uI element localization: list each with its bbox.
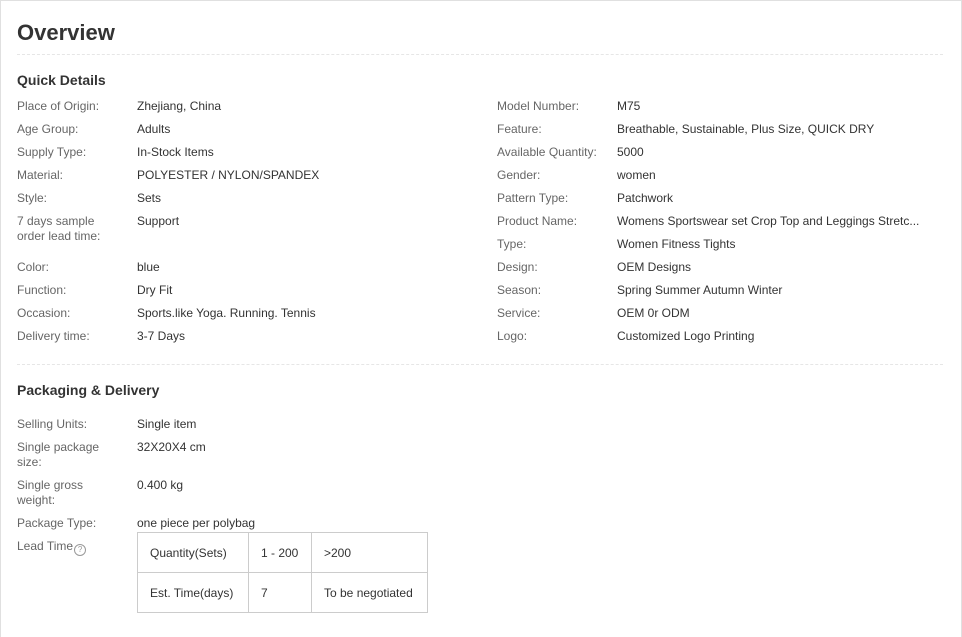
detail-value: 0.400 kg: [137, 478, 184, 492]
packaging-details: Selling Units: Single item Single package…: [17, 417, 617, 613]
detail-value: Breathable, Sustainable, Plus Size, QUIC…: [617, 122, 875, 136]
detail-value: Adults: [137, 122, 171, 136]
lead-time-label-wrap: Lead Time?: [17, 539, 137, 613]
detail-value: OEM Designs: [617, 260, 692, 274]
detail-label: Pattern Type:: [497, 191, 569, 205]
detail-label: Season:: [497, 283, 542, 297]
detail-value: blue: [137, 260, 160, 274]
detail-row: Pattern Type: Patchwork: [497, 191, 943, 214]
detail-row: Design: OEM Designs: [497, 260, 943, 283]
detail-label: Model Number:: [497, 99, 580, 113]
detail-label: Delivery time:: [17, 329, 90, 343]
detail-label: Service:: [497, 306, 541, 320]
detail-row: Delivery time: 3-7 Days: [17, 329, 487, 352]
table-cell: 1 - 200: [248, 532, 312, 573]
table-row: Quantity(Sets) 1 - 200 >200: [137, 532, 428, 573]
detail-value: OEM 0r ODM: [617, 306, 690, 320]
quick-details-title: Quick Details: [17, 72, 106, 88]
detail-value: Dry Fit: [137, 283, 173, 297]
detail-label: Style:: [17, 191, 48, 205]
divider: [17, 364, 943, 365]
detail-label: Single gross weight:: [17, 478, 84, 507]
detail-value: Support: [137, 214, 180, 228]
detail-row: Selling Units: Single item: [17, 417, 617, 440]
detail-row: Occasion: Sports.like Yoga. Running. Tenn…: [17, 306, 487, 329]
detail-row: Type: Women Fitness Tights: [497, 237, 943, 260]
detail-label: Color:: [17, 260, 50, 274]
detail-label: Product Name:: [497, 214, 578, 228]
detail-value: Sets: [137, 191, 162, 205]
detail-row: Gender: women: [497, 168, 943, 191]
table-cell: Quantity(Sets): [137, 532, 249, 573]
detail-row: Season: Spring Summer Autumn Winter: [497, 283, 943, 306]
table-cell: >200: [311, 532, 428, 573]
detail-row: Material: POLYESTER / NYLON/SPANDEX: [17, 168, 487, 191]
detail-row: Available Quantity: 5000: [497, 145, 943, 168]
detail-row: Single package size: 32X20X4 cm: [17, 440, 617, 478]
detail-value: In-Stock Items: [137, 145, 214, 159]
detail-label: Function:: [17, 283, 67, 297]
detail-label: Logo:: [497, 329, 528, 343]
packaging-delivery-title: Packaging & Delivery: [17, 382, 160, 398]
detail-row: Service: OEM 0r ODM: [497, 306, 943, 329]
detail-label: Occasion:: [17, 306, 71, 320]
table-cell: Est. Time(days): [137, 572, 249, 613]
detail-row: Single gross weight: 0.400 kg: [17, 478, 617, 516]
detail-value: Customized Logo Printing: [617, 329, 755, 343]
detail-value: Spring Summer Autumn Winter: [617, 283, 783, 297]
detail-value: women: [617, 168, 656, 182]
detail-label: Feature:: [497, 122, 542, 136]
product-name-value: Womens Sportswear set Crop Top and Leggi…: [617, 214, 920, 228]
detail-label: Supply Type:: [17, 145, 87, 159]
quick-details-right-column: Model Number: M75 Feature: Breathable, Sus…: [497, 99, 943, 352]
detail-row: Logo: Customized Logo Printing: [497, 329, 943, 352]
detail-row: Supply Type: In-Stock Items: [17, 145, 487, 168]
detail-row: Feature: Breathable, Sustainable, Plus Si…: [497, 122, 943, 145]
detail-value: Single item: [137, 417, 197, 431]
quick-details-left-column: Place of Origin: Zhejiang, China Age Grou…: [17, 99, 487, 352]
detail-label: Selling Units:: [17, 417, 88, 431]
help-icon[interactable]: ?: [74, 544, 87, 556]
table-cell: To be negotiated: [311, 572, 428, 613]
detail-row: Model Number: M75: [497, 99, 943, 122]
detail-row: Place of Origin: Zhejiang, China: [17, 99, 487, 122]
divider: [17, 54, 943, 55]
detail-row: 7 days sample order lead time: Support: [17, 214, 487, 260]
table-row: Est. Time(days) 7 To be negotiated: [137, 572, 428, 613]
detail-label: Gender:: [497, 168, 541, 182]
detail-value: Patchwork: [617, 191, 674, 205]
detail-value: Women Fitness Tights: [617, 237, 736, 251]
detail-label: Package Type:: [17, 516, 97, 530]
detail-label: Single package size:: [17, 440, 100, 469]
detail-row: Function: Dry Fit: [17, 283, 487, 306]
detail-label: Type:: [497, 237, 527, 251]
detail-label: Design:: [497, 260, 538, 274]
detail-row: Age Group: Adults: [17, 122, 487, 145]
detail-value: 5000: [617, 145, 644, 159]
overview-content: Overview Quick Details Place of Origin: Z…: [17, 0, 943, 613]
lead-time-label: Lead Time: [17, 539, 74, 553]
detail-value: 32X20X4 cm: [137, 440, 206, 454]
detail-value: Sports.like Yoga. Running. Tennis: [137, 306, 316, 320]
detail-label: Material:: [17, 168, 64, 182]
detail-value: POLYESTER / NYLON/SPANDEX: [137, 168, 320, 182]
table-cell: 7: [248, 572, 312, 613]
lead-time-table: Quantity(Sets) 1 - 200 >200 Est. Time(da…: [137, 532, 428, 613]
detail-label: 7 days sample order lead time:: [17, 214, 101, 243]
detail-label: Available Quantity:: [497, 145, 597, 159]
detail-value: M75: [617, 99, 641, 113]
detail-label: Place of Origin:: [17, 99, 100, 113]
detail-value: 3-7 Days: [137, 329, 186, 343]
detail-row: Style: Sets: [17, 191, 487, 214]
page-title: Overview: [17, 20, 115, 45]
detail-row: Product Name: Womens Sportswear set Crop …: [497, 214, 943, 237]
lead-time-row: Lead Time? Quantity(Sets) 1 - 200 >200 E…: [17, 532, 617, 613]
detail-label: Age Group:: [17, 122, 79, 136]
detail-row: Color: blue: [17, 260, 487, 283]
detail-value: Zhejiang, China: [137, 99, 222, 113]
